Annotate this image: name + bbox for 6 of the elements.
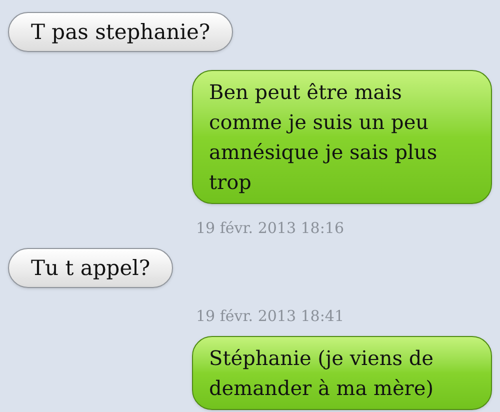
received-message-bubble: Tu t appel? [8,248,174,288]
message-timestamp: 19 févr. 2013 18:41 [196,306,344,326]
sent-message-bubble: Stéphanie (je viens de demander à ma mère) [192,336,492,410]
received-message-bubble: T pas stephanie? [8,12,234,52]
message-timestamp: 19 févr. 2013 18:16 [196,218,344,238]
sent-message-bubble: Ben peut être mais comme je suis un peu amnésique je sais plus trop [192,70,492,204]
